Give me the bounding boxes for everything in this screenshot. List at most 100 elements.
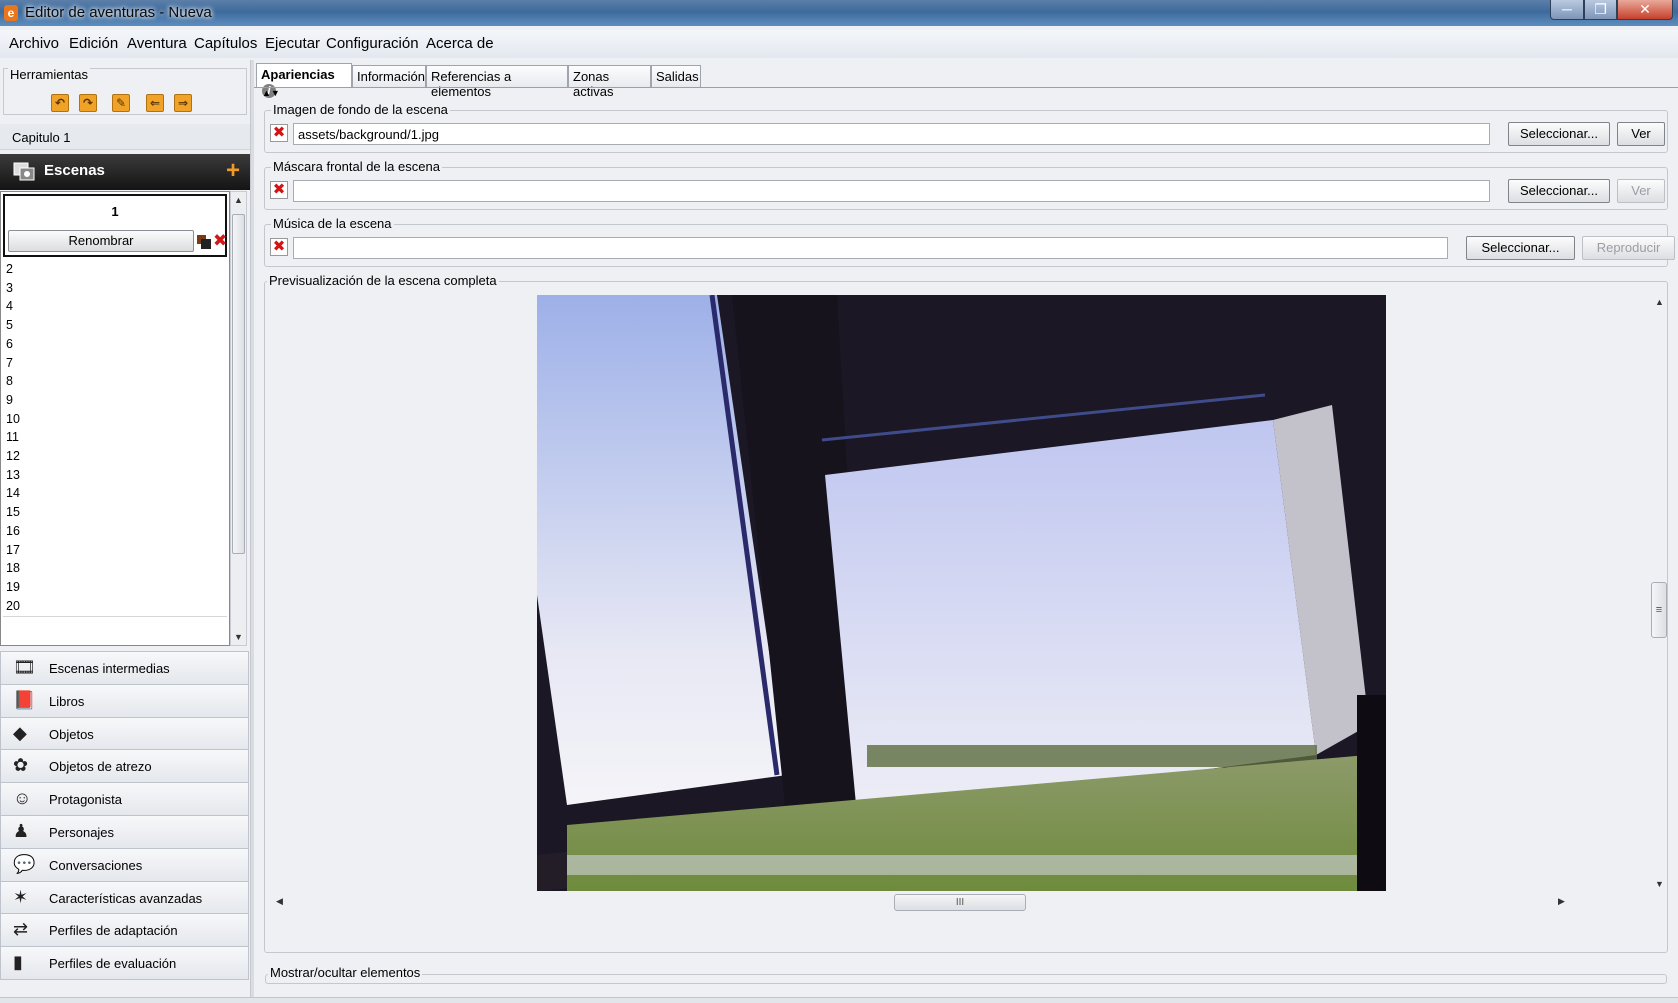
collapse-toggle-icon[interactable]: ▲▼	[262, 88, 280, 98]
category-advanced[interactable]: ✶ Características avanzadas	[0, 880, 249, 915]
category-player[interactable]: ☺ Protagonista	[0, 782, 249, 817]
category-book[interactable]: 📕 Libros	[0, 683, 249, 718]
preview-scroll-up-icon[interactable]: ▲	[1655, 297, 1664, 307]
maximize-button[interactable]: ❐	[1584, 0, 1617, 20]
validate-icon[interactable]: ✎	[112, 94, 130, 112]
close-button[interactable]: ✕	[1617, 0, 1673, 20]
menu-aventura[interactable]: Aventura	[127, 35, 187, 52]
category-adaptation[interactable]: ⇄ Perfiles de adaptación	[0, 913, 249, 948]
clear-background-icon[interactable]: ✖	[270, 124, 288, 142]
tab-informacion[interactable]: Información	[352, 65, 426, 87]
preview-area	[266, 295, 1650, 891]
assessment-icon: ▮	[13, 952, 23, 973]
play-music-button[interactable]: Reproducir	[1582, 236, 1675, 260]
scroll-thumb[interactable]	[232, 214, 245, 554]
scroll-up-icon[interactable]: ▲	[234, 195, 243, 205]
category-assessment[interactable]: ▮ Perfiles de evaluación	[0, 946, 249, 981]
scene-row[interactable]: 20	[3, 596, 227, 617]
scene-row[interactable]: 15	[3, 503, 227, 524]
music-path-field[interactable]	[293, 237, 1448, 259]
background-path-field[interactable]: assets/background/1.jpg	[293, 123, 1490, 145]
preview-scroll-right-icon[interactable]: ▶	[1558, 896, 1565, 907]
scene-row[interactable]: 18	[3, 559, 227, 580]
scene-list-scrollbar[interactable]: ▲ ▼	[230, 191, 247, 646]
toggle-elements-label[interactable]: Mostrar/ocultar elementos	[268, 965, 423, 980]
delete-scene-icon[interactable]: ✖	[213, 231, 227, 251]
preview-scroll-down-icon[interactable]: ▼	[1655, 879, 1664, 889]
scene-row[interactable]: 5	[3, 316, 227, 337]
clear-foreground-icon[interactable]: ✖	[270, 181, 288, 199]
redo-icon[interactable]: ↷	[79, 94, 97, 112]
menu-acerca-de[interactable]: Acerca de	[426, 35, 494, 52]
objects-icon: ◆	[13, 722, 27, 743]
select-music-button[interactable]: Seleccionar...	[1466, 236, 1575, 260]
category-label: Libros	[49, 693, 85, 709]
chapter-selector[interactable]: Capitulo 1	[0, 124, 250, 150]
scene-row[interactable]: 13	[3, 465, 227, 486]
scene-row[interactable]: 2	[3, 260, 227, 280]
scene-row[interactable]: 4	[3, 297, 227, 318]
scene-row[interactable]: 9	[3, 390, 227, 411]
category-label: Objetos	[49, 726, 94, 742]
undo-icon[interactable]: ↶	[51, 94, 69, 112]
scene-selected[interactable]: 1 Renombrar ✖	[3, 194, 227, 257]
background-group: Imagen de fondo de la escena ✖ assets/ba…	[264, 102, 1668, 153]
preview-scroll-left-icon[interactable]: ◀	[276, 896, 283, 907]
minimize-button[interactable]: ─	[1550, 0, 1584, 20]
tab-informacion-label: Información	[357, 69, 425, 84]
foreground-path-field[interactable]	[293, 180, 1490, 202]
right-panel: Aparienciasi Información Referencias a e…	[254, 60, 1678, 1003]
cutscene-icon: 🎞	[13, 657, 36, 677]
clear-music-icon[interactable]: ✖	[270, 238, 288, 256]
category-atrezzo[interactable]: ✿ Objetos de atrezo	[0, 749, 249, 784]
scene-row[interactable]: 6	[3, 334, 227, 355]
tab-divider	[254, 87, 1678, 88]
preview-hscroll-thumb[interactable]: III	[894, 894, 1026, 911]
tab-salidas[interactable]: Salidas	[651, 65, 701, 87]
category-label: Objetos de atrezo	[49, 759, 152, 775]
characters-icon: ♟	[13, 821, 30, 841]
back-icon[interactable]: ⇐	[146, 94, 164, 112]
scene-row[interactable]: 19	[3, 577, 227, 598]
category-cutscene[interactable]: 🎞 Escenas intermedias	[0, 651, 249, 685]
menu-ejecutar[interactable]: Ejecutar	[265, 35, 320, 52]
preview-horizontal-scrollbar[interactable]: ◀ III ▶	[266, 893, 1650, 911]
menu-capitulos[interactable]: Capítulos	[194, 35, 257, 52]
scene-row[interactable]: 8	[3, 372, 227, 393]
tab-apariencias[interactable]: Aparienciasi	[256, 63, 352, 98]
scene-row[interactable]: 16	[3, 521, 227, 542]
menu-archivo[interactable]: Archivo	[9, 35, 59, 52]
toggle-elements-group[interactable]: Mostrar/ocultar elementos	[265, 965, 1667, 984]
player-icon: ☺	[13, 788, 32, 809]
category-conversations[interactable]: 💬 Conversaciones	[0, 847, 249, 882]
duplicate-icon[interactable]	[197, 235, 211, 249]
scene-row[interactable]: 7	[3, 353, 227, 374]
menu-configuracion[interactable]: Configuración	[326, 35, 419, 52]
tab-referencias[interactable]: Referencias a elementos	[426, 65, 568, 99]
category-objects[interactable]: ◆ Objetos	[0, 716, 249, 751]
scene-row[interactable]: 10	[3, 409, 227, 430]
preview-vscroll-thumb[interactable]: ≡	[1651, 582, 1667, 638]
music-title: Música de la escena	[271, 216, 394, 231]
forward-icon[interactable]: ⇒	[174, 94, 192, 112]
scene-row[interactable]: 17	[3, 540, 227, 561]
add-scene-icon[interactable]: +	[226, 157, 240, 185]
foreground-group: Máscara frontal de la escena ✖ Seleccion…	[264, 159, 1668, 210]
select-background-button[interactable]: Seleccionar...	[1508, 122, 1610, 146]
scene-row[interactable]: 12	[3, 447, 227, 467]
scenes-header[interactable]: Escenas +	[0, 154, 250, 190]
scroll-down-icon[interactable]: ▼	[234, 632, 243, 642]
category-label: Perfiles de evaluación	[49, 956, 177, 972]
view-foreground-button[interactable]: Ver	[1617, 179, 1665, 203]
select-foreground-button[interactable]: Seleccionar...	[1508, 179, 1610, 203]
menu-edicion[interactable]: Edición	[69, 35, 118, 52]
atrezzo-icon: ✿	[13, 755, 29, 776]
view-background-button[interactable]: Ver	[1617, 122, 1665, 146]
scene-row[interactable]: 11	[3, 428, 227, 449]
category-characters[interactable]: ♟ Personajes	[0, 815, 249, 849]
rename-button[interactable]: Renombrar	[8, 230, 194, 252]
preview-vertical-scrollbar[interactable]: ▲ ≡ ▼	[1651, 295, 1667, 891]
scene-row[interactable]: 3	[3, 278, 227, 299]
tab-zonas-activas[interactable]: Zonas activas	[568, 65, 651, 99]
scene-row[interactable]: 14	[3, 484, 227, 505]
